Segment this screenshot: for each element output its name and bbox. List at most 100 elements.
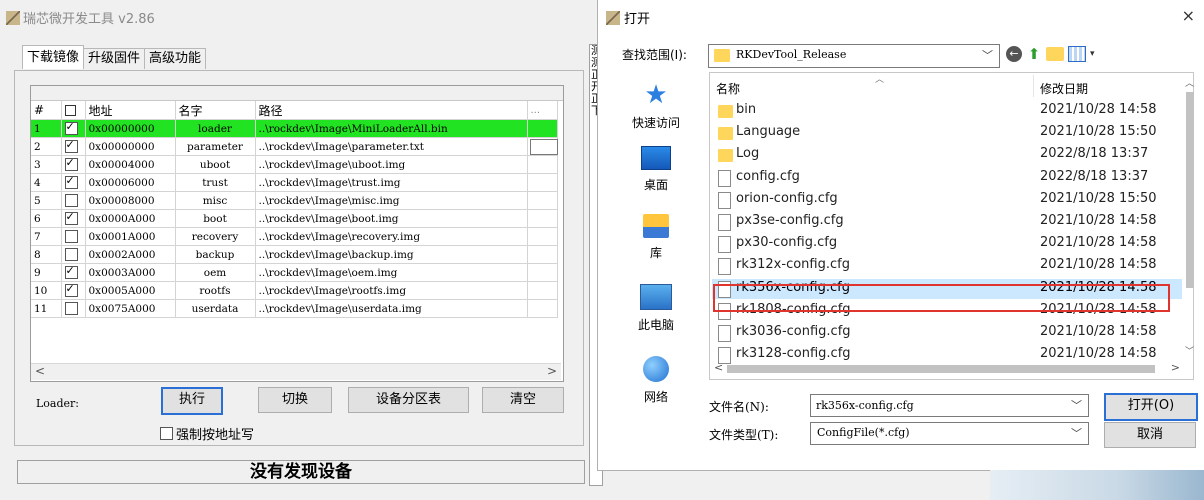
scroll-up-icon[interactable]: ︿ — [1185, 76, 1194, 89]
table-row[interactable]: 9 0x0003A000oem..\rockdev\Image\oem.img — [31, 263, 558, 282]
new-folder-icon[interactable] — [1046, 47, 1064, 61]
place-desktop[interactable]: 桌面 — [606, 146, 706, 193]
row-check-cell[interactable] — [61, 155, 86, 174]
row-checkbox[interactable] — [64, 282, 78, 297]
row-check-cell[interactable] — [61, 191, 86, 210]
list-item[interactable]: px30-config.cfg 2021/10/28 14:58 — [712, 234, 1182, 254]
row-path[interactable]: ..\rockdev\Image\parameter.txt — [255, 137, 528, 156]
place-network[interactable]: 网络 — [606, 356, 706, 405]
filename-input[interactable] — [814, 395, 1058, 416]
tab-advanced[interactable]: 高级功能 — [144, 48, 207, 69]
row-browse-cell[interactable] — [527, 299, 558, 318]
list-item[interactable]: px3se-config.cfg 2021/10/28 14:58 — [712, 212, 1182, 232]
table-row[interactable]: 4 0x00006000trust..\rockdev\Image\trust.i… — [31, 173, 558, 192]
row-checkbox[interactable] — [64, 248, 78, 261]
table-row[interactable]: 11 0x0075A000 userdata ..\rockdev\Image\use… — [31, 299, 558, 318]
clear-button[interactable]: 清空 — [482, 387, 564, 413]
scroll-thumb[interactable] — [1186, 92, 1194, 288]
row-browse-cell[interactable] — [527, 191, 558, 210]
partition-table-button[interactable]: 设备分区表 — [348, 387, 469, 413]
row-address[interactable]: 0x0003A000 — [85, 263, 176, 282]
col-check-header[interactable] — [61, 101, 86, 120]
row-address[interactable]: 0x0005A000 — [85, 281, 176, 300]
row-name[interactable]: parameter — [175, 137, 256, 156]
chevron-down-icon[interactable]: ﹀ — [1071, 397, 1082, 413]
row-name[interactable]: trust — [175, 173, 256, 192]
row-browse-cell[interactable] — [527, 119, 558, 138]
table-row[interactable]: 10 0x0005A000rootfs..\rockdev\Image\rootf… — [31, 281, 558, 300]
row-browse-cell[interactable] — [527, 137, 558, 156]
table-row[interactable]: 6 0x0000A000boot..\rockdev\Image\boot.img — [31, 209, 558, 228]
row-path[interactable]: ..\rockdev\Image\MiniLoaderAll.bin — [255, 119, 528, 138]
filename-combobox[interactable]: ﹀ — [810, 394, 1089, 417]
file-list-vertical-scrollbar[interactable]: ︿ ﹀ — [1184, 72, 1196, 362]
scroll-thumb[interactable] — [727, 365, 1155, 373]
row-checkbox[interactable] — [64, 156, 78, 171]
image-grid[interactable]: # 地址 名字 路径 ... 10x00000000loader..\rockd… — [30, 85, 564, 382]
row-path[interactable]: ..\rockdev\Image\userdata.img — [255, 299, 528, 318]
tab-upgrade-firmware[interactable]: 升级固件 — [83, 48, 146, 69]
row-check-cell[interactable] — [61, 281, 86, 300]
list-item[interactable]: config.cfg 2022/8/18 13:37 — [712, 168, 1182, 188]
row-checkbox[interactable] — [64, 120, 78, 135]
up-folder-icon[interactable]: ⬆ — [1026, 46, 1042, 62]
row-path[interactable]: ..\rockdev\Image\trust.img — [255, 173, 528, 192]
chevron-down-icon[interactable]: ﹀ — [1071, 425, 1082, 441]
list-item[interactable]: rk312x-config.cfg 2021/10/28 14:58 — [712, 256, 1182, 276]
grid-horizontal-scrollbar[interactable]: < > — [31, 363, 561, 380]
list-item[interactable]: Language 2021/10/28 15:50 — [712, 123, 1182, 143]
chevron-down-icon[interactable]: ﹀ — [982, 47, 993, 63]
scroll-down-icon[interactable]: ﹀ — [1185, 344, 1194, 357]
row-path[interactable]: ..\rockdev\Image\uboot.img — [255, 155, 528, 174]
row-name[interactable]: boot — [175, 209, 256, 228]
tab-download-image[interactable]: 下载镜像 — [22, 45, 85, 69]
row-name[interactable]: misc — [175, 191, 256, 210]
back-arrow-icon[interactable]: ← — [1006, 46, 1022, 62]
table-row[interactable]: 8 0x0002A000 backup ..\rockdev\Image\backup… — [31, 245, 558, 264]
row-checkbox[interactable] — [64, 138, 78, 153]
row-path[interactable]: ..\rockdev\Image\backup.img — [255, 245, 528, 264]
list-item[interactable]: rk3036-config.cfg 2021/10/28 14:58 — [712, 323, 1182, 343]
filetype-select[interactable]: ConfigFile(*.cfg) ﹀ — [810, 422, 1089, 445]
row-name[interactable]: backup — [175, 245, 256, 264]
row-checkbox[interactable] — [64, 264, 78, 279]
row-name[interactable]: oem — [175, 263, 256, 282]
scroll-left-icon[interactable]: < — [714, 361, 723, 374]
select-all-checkbox[interactable] — [64, 105, 76, 116]
row-name[interactable]: rootfs — [175, 281, 256, 300]
list-item[interactable]: orion-config.cfg 2021/10/28 15:50 — [712, 190, 1182, 210]
row-checkbox[interactable] — [64, 174, 78, 189]
place-this-pc[interactable]: 此电脑 — [606, 284, 706, 333]
row-path[interactable]: ..\rockdev\Image\boot.img — [255, 209, 528, 228]
col-name-header[interactable]: 名称 — [716, 80, 740, 97]
row-check-cell[interactable] — [61, 173, 86, 192]
row-name[interactable]: loader — [175, 119, 256, 138]
row-check-cell[interactable] — [61, 245, 86, 264]
row-browse-cell[interactable] — [527, 209, 558, 228]
place-quick-access[interactable]: ★ 快速访问 — [606, 82, 706, 131]
row-address[interactable]: 0x00004000 — [85, 155, 176, 174]
row-name[interactable]: uboot — [175, 155, 256, 174]
row-checkbox[interactable] — [64, 302, 78, 315]
row-name[interactable]: userdata — [175, 299, 256, 318]
row-browse-cell[interactable] — [527, 263, 558, 282]
list-item[interactable]: bin 2021/10/28 14:58 — [712, 101, 1182, 121]
force-address-checkbox[interactable] — [160, 427, 173, 440]
scroll-right-icon[interactable]: > — [547, 364, 557, 378]
close-icon[interactable]: × — [1182, 6, 1195, 25]
row-browse-cell[interactable] — [527, 173, 558, 192]
row-path[interactable]: ..\rockdev\Image\oem.img — [255, 263, 528, 282]
row-browse-cell[interactable] — [527, 245, 558, 264]
list-item[interactable]: Log 2022/8/18 13:37 — [712, 145, 1182, 165]
row-browse-cell[interactable] — [527, 155, 558, 174]
row-checkbox[interactable] — [64, 210, 78, 225]
row-browse-cell[interactable] — [527, 227, 558, 246]
row-name[interactable]: recovery — [175, 227, 256, 246]
table-row[interactable]: 3 0x00004000uboot..\rockdev\Image\uboot.i… — [31, 155, 558, 174]
force-address-row[interactable]: 强制按地址写 — [160, 424, 254, 443]
row-address[interactable]: 0x00006000 — [85, 173, 176, 192]
column-divider[interactable] — [1033, 75, 1034, 97]
file-list-horizontal-scrollbar[interactable]: < > — [709, 361, 1183, 376]
table-row[interactable]: 2 0x00000000parameter..\rockdev\Image\par… — [31, 137, 558, 156]
view-menu-caret-icon[interactable]: ▾ — [1090, 49, 1095, 59]
